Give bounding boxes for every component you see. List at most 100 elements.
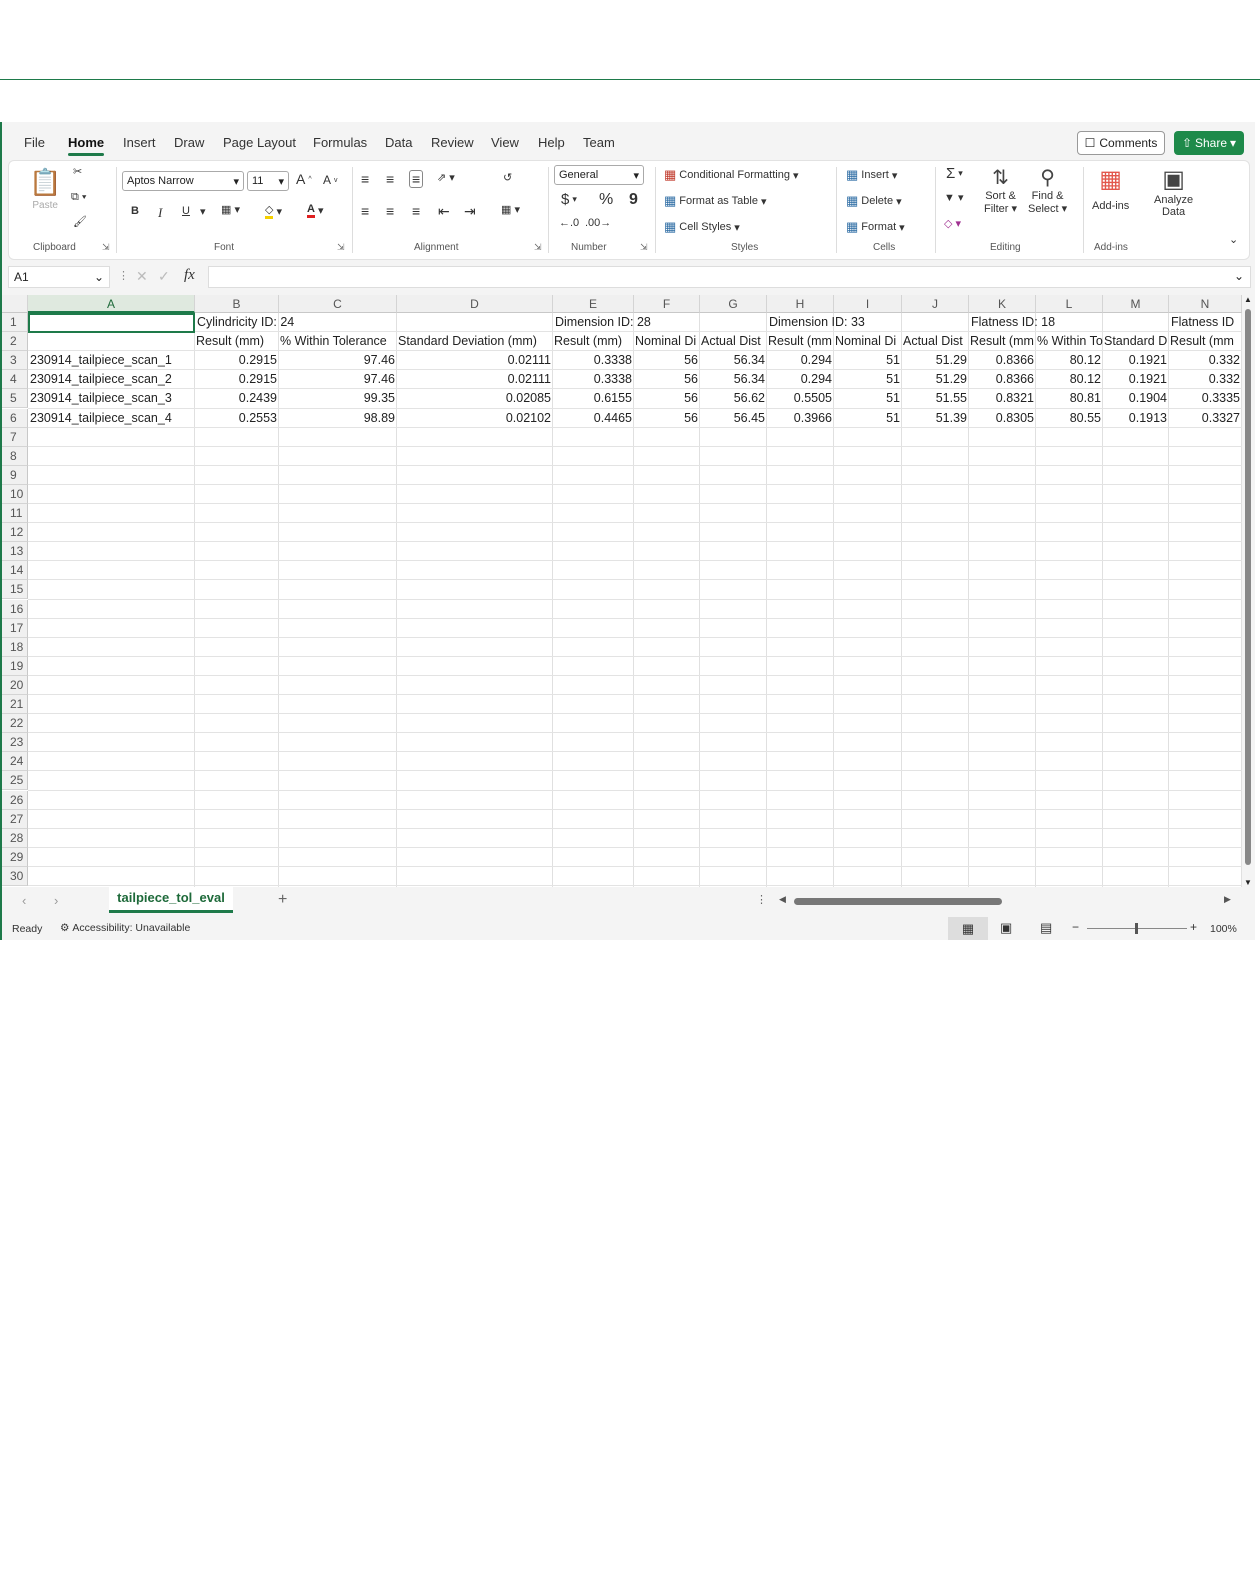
orientation-icon[interactable]: ⇗ ▾ [437,171,455,184]
menu-draw[interactable]: Draw [174,135,204,150]
data-cell[interactable]: 56 [634,389,700,408]
menu-review[interactable]: Review [431,135,474,150]
column-subheader-cell[interactable]: Nominal Di [634,332,700,351]
row-header[interactable]: 27 [2,809,28,829]
name-box[interactable]: A1 ⌄ [8,266,110,288]
data-cell[interactable]: 99.35 [279,389,397,408]
vertical-scroll-thumb[interactable] [1245,309,1251,865]
data-cell[interactable]: 0.332 [1169,370,1242,389]
scroll-up-icon[interactable]: ▲ [1244,295,1252,304]
data-cell[interactable]: 0.2553 [195,409,279,428]
row-header[interactable]: 9 [2,465,28,485]
next-sheet-icon[interactable]: › [54,893,58,908]
row-header[interactable]: 25 [2,771,28,791]
zoom-slider-thumb[interactable] [1135,923,1138,934]
add-ins-button[interactable]: ▦ Add-ins [1092,165,1129,212]
align-bottom-icon[interactable]: ≡ [409,170,424,188]
data-cell[interactable]: 80.81 [1036,389,1103,408]
data-cell[interactable]: 0.3338 [553,370,634,389]
scan-name-cell[interactable]: 230914_tailpiece_scan_2 [28,370,195,389]
column-header-n[interactable]: N [1169,295,1242,313]
data-cell[interactable]: 97.46 [279,370,397,389]
column-header-l[interactable]: L [1036,295,1103,313]
wrap-text-icon[interactable]: ↺ [503,171,512,184]
column-subheader-cell[interactable]: Nominal Di [834,332,902,351]
column-header-g[interactable]: G [700,295,767,313]
column-header-a[interactable]: A [28,295,195,313]
menu-view[interactable]: View [491,135,519,150]
column-subheader-cell[interactable]: Result (mm [1169,332,1242,351]
column-header-j[interactable]: J [902,295,969,313]
row-header[interactable]: 16 [2,599,28,619]
data-cell[interactable]: 0.02111 [397,370,553,389]
merge-center-icon[interactable]: ▦ ▾ [501,203,520,216]
data-cell[interactable]: 51 [834,370,902,389]
row-header[interactable]: 17 [2,618,28,638]
align-middle-icon[interactable]: ≡ [386,171,394,187]
data-cell[interactable]: 0.3338 [553,351,634,370]
data-cell[interactable]: 56 [634,370,700,389]
scroll-right-icon[interactable]: ▶ [1224,894,1231,905]
data-cell[interactable]: 56 [634,409,700,428]
data-cell[interactable]: 0.02111 [397,351,553,370]
zoom-out-button[interactable]: − [1072,920,1079,934]
dialog-launcher-icon[interactable]: ⇲ [534,242,542,253]
copy-icon[interactable]: ⧉ ▾ [71,191,87,204]
menu-team[interactable]: Team [583,135,615,150]
data-cell[interactable]: 56.62 [700,389,767,408]
collapse-ribbon-icon[interactable]: ⌄ [1229,233,1238,246]
font-size-select[interactable]: 11 ▾ [247,171,289,191]
row-header[interactable]: 28 [2,828,28,848]
column-subheader-cell[interactable]: Actual Dist [700,332,767,351]
data-cell[interactable]: 0.294 [767,351,834,370]
column-header-m[interactable]: M [1103,295,1169,313]
normal-view-icon[interactable]: ▦ [948,917,988,940]
row-header[interactable]: 26 [2,790,28,810]
insert-function-button[interactable]: fx [184,267,195,284]
data-cell[interactable]: 51.29 [902,351,969,370]
row-header[interactable]: 11 [2,504,28,523]
row-header[interactable]: 13 [2,542,28,562]
menu-page-layout[interactable]: Page Layout [223,135,296,150]
data-cell[interactable]: 0.3966 [767,409,834,428]
row-header[interactable]: 4 [2,370,28,390]
increase-indent-icon[interactable]: ⇥ [464,203,476,220]
menu-home[interactable]: Home [68,135,105,156]
column-header-c[interactable]: C [279,295,397,313]
increase-decimal-icon[interactable]: ←.0 [559,217,579,229]
data-cell[interactable]: 0.02085 [397,389,553,408]
data-cell[interactable]: 56.34 [700,351,767,370]
fill-color-icon[interactable]: ◇ ▾ [265,203,282,219]
column-subheader-cell[interactable]: Standard D [1103,332,1169,351]
row-header[interactable]: 18 [2,637,28,657]
data-cell[interactable]: 51.55 [902,389,969,408]
underline-button[interactable]: U [182,205,190,217]
zoom-in-button[interactable]: + [1190,920,1197,934]
dialog-launcher-icon[interactable]: ⇲ [102,242,110,253]
group-header-cell[interactable]: Flatness ID: 18 [969,313,1129,332]
share-button[interactable]: ⇧ Share ▾ [1174,131,1244,155]
accessibility-status[interactable]: ⚙ Accessibility: Unavailable [60,922,190,934]
scan-name-cell[interactable]: 230914_tailpiece_scan_3 [28,389,195,408]
cut-icon[interactable]: ✂ [73,165,82,178]
worksheet-grid[interactable]: A B C D E F G H I J K L M N 1 2 3 4 5 6 7 8 9 10 11 12 13 14 15 16 17 1… [2,295,1242,887]
data-cell[interactable]: 0.3327 [1169,409,1242,428]
page-layout-view-icon[interactable]: ▣ [1000,920,1012,936]
percent-button[interactable]: % [599,191,613,209]
more-options-icon[interactable]: ⋮ [756,893,767,906]
add-sheet-button[interactable]: + [278,891,287,909]
column-subheader-cell[interactable]: Result (mm) [195,332,279,351]
data-cell[interactable]: 0.8366 [969,370,1036,389]
align-top-icon[interactable]: ≡ [361,171,369,187]
vertical-scrollbar[interactable]: ▲ ▼ [1242,295,1255,887]
increase-font-button[interactable]: A ^ [296,171,312,187]
column-header-b[interactable]: B [195,295,279,313]
decrease-font-button[interactable]: Av [323,173,338,187]
data-cell[interactable]: 56 [634,351,700,370]
data-cell[interactable]: 51.39 [902,409,969,428]
insert-cells-button[interactable]: ▦ Insert ▾ [846,167,897,183]
data-cell[interactable]: 56.34 [700,370,767,389]
column-header-d[interactable]: D [397,295,553,313]
data-cell[interactable]: 0.332 [1169,351,1242,370]
font-name-select[interactable]: Aptos Narrow ▾ [122,171,244,191]
